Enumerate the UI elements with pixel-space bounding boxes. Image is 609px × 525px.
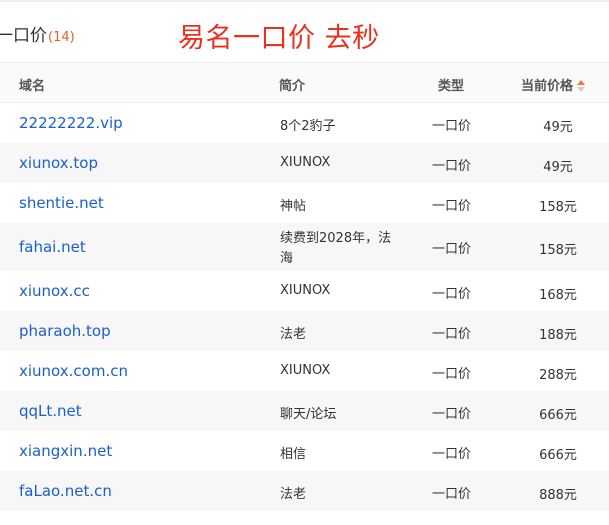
current-price: 158元 [539, 243, 577, 258]
sale-type: 一口价 [432, 367, 472, 382]
table-row: 22222222.vip 8个2豹子 一口价 49元 [0, 103, 609, 143]
current-price: 49元 [543, 120, 573, 135]
table-row: qqLt.net 聊天/论坛 一口价 666元 [0, 391, 609, 431]
sale-type: 一口价 [432, 447, 472, 462]
section-header: 一口价(14) 易名一口价 去秒 [0, 2, 609, 62]
sale-type: 一口价 [432, 159, 472, 174]
sale-type: 一口价 [432, 327, 472, 342]
sale-type: 一口价 [432, 242, 472, 257]
table-header: 域名 简介 类型 当前价格 [0, 62, 609, 103]
column-header-price-label: 当前价格 [521, 79, 574, 94]
table-row: pharaoh.top 法老 一口价 188元 [0, 311, 609, 351]
domain-link[interactable]: qqLt.net [19, 402, 82, 420]
section-title: 一口价(14) [0, 21, 75, 46]
domain-description: XIUNOX [280, 283, 331, 298]
domain-link[interactable]: 22222222.vip [19, 114, 123, 132]
sale-type: 一口价 [432, 199, 472, 214]
domain-description: 8个2豹子 [280, 119, 336, 134]
listing-count: (14) [48, 30, 75, 45]
domain-link[interactable]: fahai.net [19, 238, 86, 256]
table-row: faLao.net.cn 法老 一口价 888元 [0, 471, 609, 511]
column-header-description: 简介 [279, 79, 306, 94]
domain-link[interactable]: faLao.net.cn [19, 482, 112, 500]
current-price: 49元 [543, 160, 573, 175]
domain-description: XIUNOX [280, 155, 331, 170]
domain-table-body: 22222222.vip 8个2豹子 一口价 49元 xiunox.top XI… [0, 103, 609, 511]
table-row: shentie.net 神帖 一口价 158元 [0, 183, 609, 223]
current-price: 168元 [539, 288, 577, 303]
sale-type: 一口价 [432, 487, 472, 502]
promo-banner-text: 易名一口价 去秒 [178, 23, 380, 54]
sort-ascending-icon[interactable] [576, 79, 586, 92]
current-price: 288元 [539, 368, 577, 383]
table-row: xiunox.top XIUNOX 一口价 49元 [0, 143, 609, 183]
domain-link[interactable]: xiangxin.net [19, 442, 112, 460]
table-row: xiunox.cc XIUNOX 一口价 168元 [0, 271, 609, 311]
sale-type: 一口价 [432, 407, 472, 422]
current-price: 888元 [539, 488, 577, 503]
domain-link[interactable]: xiunox.cc [19, 282, 90, 300]
domain-description: 法老 [280, 327, 307, 342]
table-row: xiunox.com.cn XIUNOX 一口价 288元 [0, 351, 609, 391]
domain-description: 神帖 [280, 199, 307, 214]
domain-description: XIUNOX [280, 363, 331, 378]
domain-link[interactable]: xiunox.com.cn [19, 362, 128, 380]
domain-link[interactable]: pharaoh.top [19, 322, 111, 340]
current-price: 158元 [539, 200, 577, 215]
table-row: fahai.net 续费到2028年，法海 一口价 158元 [0, 223, 609, 271]
sale-type: 一口价 [432, 287, 472, 302]
domain-description: 法老 [280, 487, 307, 502]
table-row: xiangxin.net 相信 一口价 666元 [0, 431, 609, 471]
current-price: 666元 [539, 448, 577, 463]
domain-description: 聊天/论坛 [280, 407, 337, 422]
column-header-price[interactable]: 当前价格 [521, 75, 586, 94]
current-price: 188元 [539, 328, 577, 343]
domain-link[interactable]: xiunox.top [19, 154, 98, 172]
current-price: 666元 [539, 408, 577, 423]
domain-description: 续费到2028年，法海 [280, 231, 392, 266]
section-title-label: 一口价 [0, 26, 47, 46]
column-header-type: 类型 [438, 79, 465, 94]
domain-listing-page: 一口价(14) 易名一口价 去秒 域名 简介 类型 当前价格 22222222.… [0, 0, 609, 525]
domain-link[interactable]: shentie.net [19, 194, 104, 212]
column-header-domain: 域名 [19, 79, 46, 94]
domain-description: 相信 [280, 447, 307, 462]
sale-type: 一口价 [432, 119, 472, 134]
